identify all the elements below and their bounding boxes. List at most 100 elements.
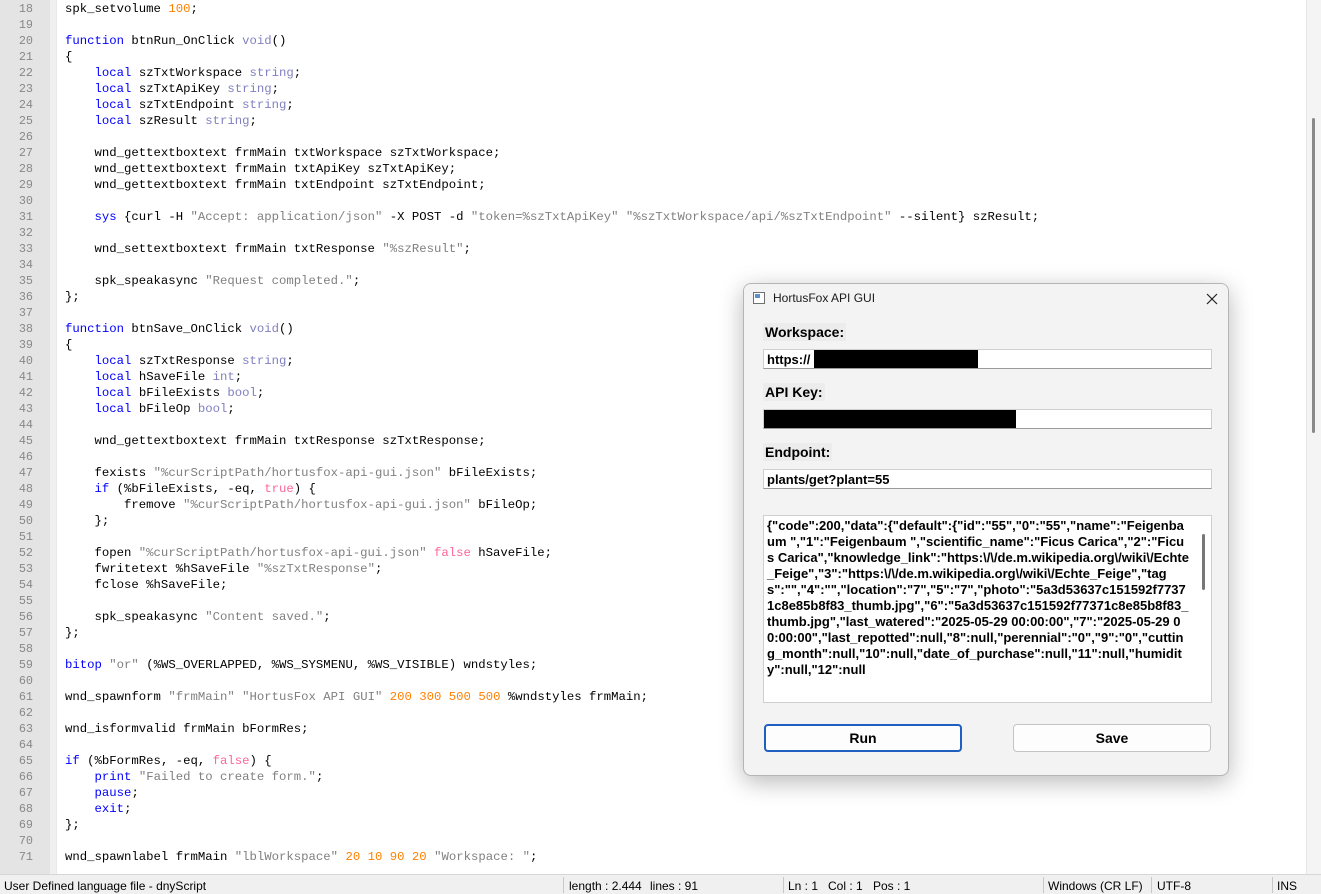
save-button-label: Save bbox=[1095, 730, 1129, 746]
code-line[interactable]: 69}; bbox=[0, 817, 1306, 833]
code-line[interactable]: 20 function btnRun_OnClick void() bbox=[0, 33, 1306, 49]
code-line[interactable]: 34 bbox=[0, 257, 1306, 273]
code-line[interactable]: 27 wnd_gettextboxtext frmMain txtWorkspa… bbox=[0, 145, 1306, 161]
endpoint-input[interactable]: plants/get?plant=55 bbox=[763, 469, 1212, 489]
code-token: bFileExists; bbox=[441, 466, 538, 480]
string-token: "%szResult" bbox=[382, 242, 464, 256]
code-line[interactable]: 70 bbox=[0, 833, 1306, 849]
code-token: bFileOp; bbox=[470, 498, 538, 512]
save-button[interactable]: Save bbox=[1013, 724, 1211, 752]
run-button[interactable]: Run bbox=[764, 724, 962, 752]
status-length: length : 2.444 bbox=[569, 879, 642, 893]
code-token: }; bbox=[65, 290, 80, 304]
code-token: ; bbox=[293, 66, 302, 80]
code-line[interactable]: 33 wnd_settextboxtext frmMain txtRespons… bbox=[0, 241, 1306, 257]
line-number: 55 bbox=[18, 594, 33, 608]
code-token: spk_speakasync bbox=[65, 610, 206, 624]
string-token: "Request completed." bbox=[205, 274, 353, 288]
code-text: bitop "or" (%WS_OVERLAPPED, %WS_SYSMENU,… bbox=[65, 657, 537, 673]
code-token: -X POST -d bbox=[382, 210, 471, 224]
response-scrollbar[interactable] bbox=[1195, 516, 1211, 702]
code-line[interactable]: 71 wnd_spawnlabel frmMain "lblWorkspace" … bbox=[0, 849, 1306, 865]
code-text: wnd_spawnform "frmMain" "HortusFox API G… bbox=[65, 689, 648, 705]
code-token: spk_setvolume bbox=[65, 2, 169, 16]
status-pos: Pos : 1 bbox=[873, 879, 911, 893]
vertical-scrollbar[interactable] bbox=[1306, 0, 1321, 874]
code-token: ; bbox=[530, 850, 538, 864]
line-number: 67 bbox=[18, 786, 33, 800]
code-line[interactable]: 21 { bbox=[0, 49, 1306, 65]
line-number: 57 bbox=[18, 626, 33, 640]
string-token: "%szTxtWorkspace/api/%szTxtEndpoint" bbox=[625, 210, 892, 224]
close-button[interactable] bbox=[1200, 287, 1224, 311]
workspace-input[interactable]: https:// bbox=[763, 349, 1212, 369]
code-line[interactable]: 26 bbox=[0, 129, 1306, 145]
code-line[interactable]: 24 local szTxtEndpoint string; bbox=[0, 97, 1306, 113]
line-number: 43 bbox=[18, 402, 33, 416]
code-token: szTxtWorkspace bbox=[131, 66, 250, 80]
status-divider bbox=[783, 877, 784, 893]
code-text: }; bbox=[65, 289, 80, 305]
keyword-token: pause bbox=[94, 786, 132, 800]
code-token: hSaveFile; bbox=[470, 546, 553, 560]
type-token: string bbox=[227, 82, 272, 96]
code-line[interactable]: 28 wnd_gettextboxtext frmMain txtApiKey … bbox=[0, 161, 1306, 177]
code-line[interactable]: 31 sys {curl -H "Accept: application/jso… bbox=[0, 209, 1306, 225]
code-token: () bbox=[271, 34, 287, 48]
code-text: local szTxtWorkspace string; bbox=[65, 65, 302, 81]
string-token: "%curScriptPath/hortusfox-api-gui.json" bbox=[183, 498, 471, 512]
code-text: local bFileExists bool; bbox=[65, 385, 265, 401]
code-line[interactable]: 22 local szTxtWorkspace string; bbox=[0, 65, 1306, 81]
line-number: 49 bbox=[18, 498, 33, 512]
code-token: ; bbox=[227, 402, 235, 416]
code-line[interactable]: 68 exit; bbox=[0, 801, 1306, 817]
string-token: "Workspace: " bbox=[434, 850, 530, 864]
code-token: ; bbox=[286, 354, 294, 368]
code-line[interactable]: 18 spk_setvolume 100; bbox=[0, 1, 1306, 17]
response-scrollbar-thumb[interactable] bbox=[1202, 534, 1205, 590]
code-token: wnd_gettextboxtext frmMain txtApiKey szT… bbox=[65, 162, 457, 176]
line-number: 59 bbox=[18, 658, 33, 672]
line-number: 52 bbox=[18, 546, 33, 560]
dialog-titlebar[interactable]: HortusFox API GUI bbox=[744, 284, 1228, 314]
keyword-token: local bbox=[94, 66, 132, 80]
line-number: 41 bbox=[18, 370, 33, 384]
code-token: }; bbox=[65, 626, 80, 640]
line-number: 68 bbox=[18, 802, 33, 816]
status-bar: User Defined language file - dnyScript l… bbox=[0, 874, 1321, 894]
code-line[interactable]: 19 bbox=[0, 17, 1306, 33]
code-line[interactable]: 23 local szTxtApiKey string; bbox=[0, 81, 1306, 97]
code-token: wnd_settextboxtext frmMain txtResponse bbox=[65, 242, 383, 256]
line-number: 36 bbox=[18, 290, 33, 304]
code-text: wnd_gettextboxtext frmMain txtResponse s… bbox=[65, 433, 486, 449]
status-insert-mode: INS bbox=[1277, 879, 1298, 893]
code-token: {curl -H bbox=[116, 210, 191, 224]
code-line[interactable]: 25 local szResult string; bbox=[0, 113, 1306, 129]
endpoint-value: plants/get?plant=55 bbox=[767, 472, 890, 487]
string-token: "frmMain" bbox=[168, 690, 235, 704]
response-textarea[interactable]: {"code":200,"data":{"default":{"id":"55"… bbox=[763, 515, 1212, 703]
keyword-token: local bbox=[94, 370, 132, 384]
code-line[interactable]: 29 wnd_gettextboxtext frmMain txtEndpoin… bbox=[0, 177, 1306, 193]
code-token: ; bbox=[463, 242, 471, 256]
keyword-token: function bbox=[65, 322, 125, 336]
code-text: fopen "%curScriptPath/hortusfox-api-gui.… bbox=[65, 545, 553, 561]
api-key-input[interactable] bbox=[763, 409, 1212, 429]
code-token: bFileOp bbox=[131, 402, 198, 416]
line-number: 29 bbox=[18, 178, 33, 192]
status-language: User Defined language file - dnyScript bbox=[4, 879, 207, 893]
scrollbar-thumb[interactable] bbox=[1312, 118, 1315, 433]
code-line[interactable]: 32 bbox=[0, 225, 1306, 241]
app-window-icon bbox=[753, 292, 765, 304]
code-token: hSaveFile bbox=[131, 370, 213, 384]
code-line[interactable]: 30 bbox=[0, 193, 1306, 209]
code-token: ; bbox=[190, 2, 198, 16]
code-line[interactable]: 67 pause; bbox=[0, 785, 1306, 801]
hortusfox-dialog: HortusFox API GUI Workspace: https:// AP… bbox=[743, 283, 1229, 776]
